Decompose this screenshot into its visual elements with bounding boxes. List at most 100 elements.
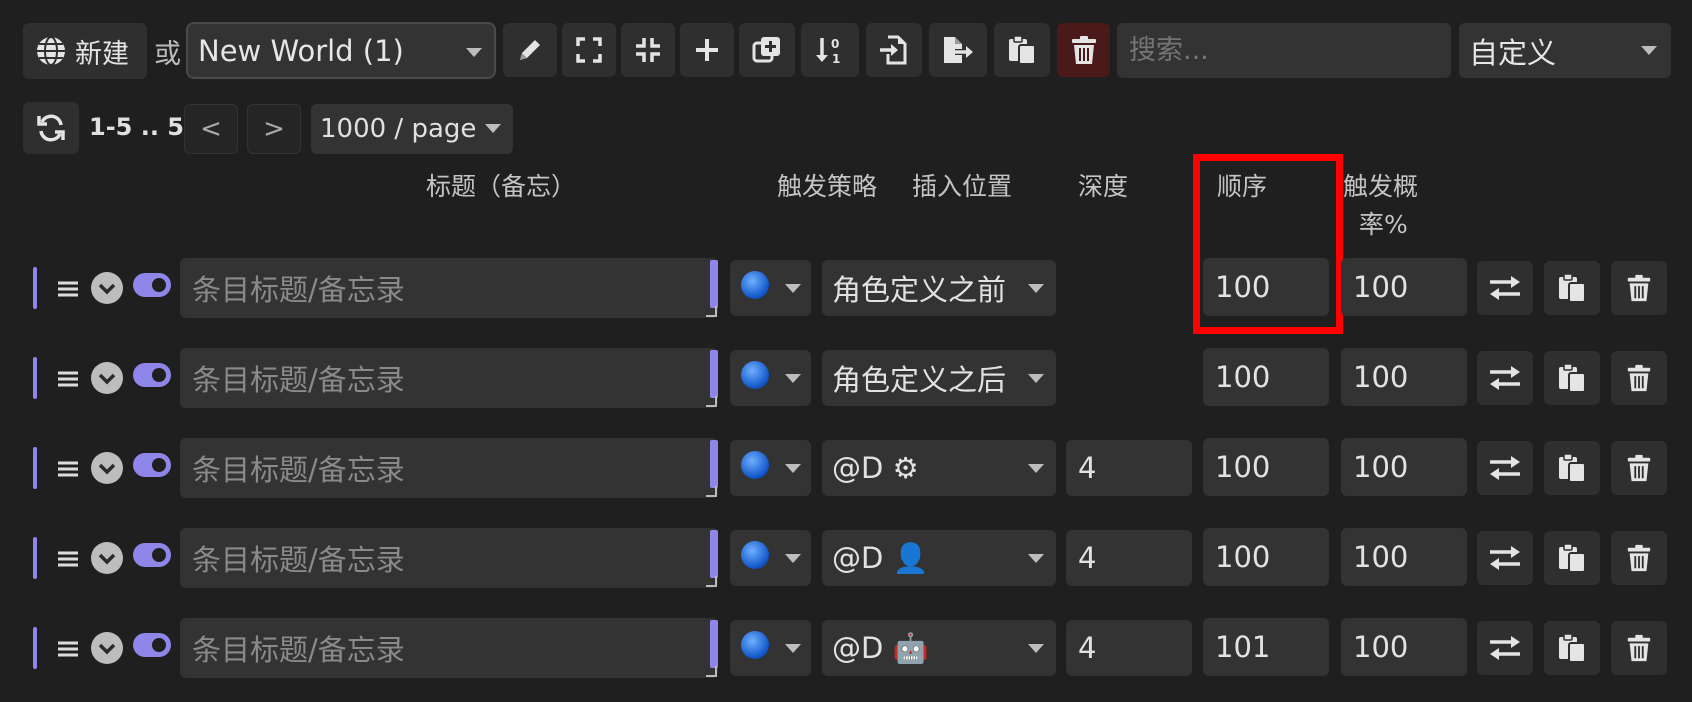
- order-input[interactable]: 101: [1203, 618, 1329, 676]
- entry-title-input[interactable]: 条目标题/备忘录: [180, 348, 718, 408]
- probability-input[interactable]: 100: [1341, 438, 1467, 496]
- duplicate-entry-button[interactable]: [1544, 441, 1600, 495]
- expand-entry-icon[interactable]: [91, 362, 123, 394]
- move-entry-button[interactable]: [1477, 261, 1533, 315]
- resize-handle-icon[interactable]: [706, 576, 717, 587]
- entry-title-accent: [710, 260, 718, 308]
- delete-entry-button[interactable]: [1611, 441, 1667, 495]
- paste-world-button[interactable]: [994, 23, 1050, 77]
- next-label: >: [263, 114, 285, 144]
- entry-title-input[interactable]: 条目标题/备忘录: [180, 528, 718, 588]
- trash-icon: [1625, 362, 1653, 394]
- insert-position-select[interactable]: 角色定义之后: [822, 350, 1056, 406]
- depth-input[interactable]: 4: [1066, 620, 1192, 676]
- duplicate-entry-button[interactable]: [1544, 261, 1600, 315]
- resize-handle-icon[interactable]: [706, 306, 717, 317]
- expand-entry-icon[interactable]: [91, 452, 123, 484]
- entry-title-placeholder: 条目标题/备忘录: [192, 633, 405, 667]
- entry-title-placeholder: 条目标题/备忘录: [192, 453, 405, 487]
- expand-entry-icon[interactable]: [91, 272, 123, 304]
- blue-circle-icon: [740, 270, 770, 307]
- order-input[interactable]: 100: [1203, 528, 1329, 586]
- probability-input[interactable]: 100: [1341, 618, 1467, 676]
- depth-input[interactable]: 4: [1066, 530, 1192, 586]
- entry-enabled-toggle[interactable]: [133, 633, 171, 657]
- resize-handle-icon[interactable]: [706, 396, 717, 407]
- move-entry-button[interactable]: [1477, 531, 1533, 585]
- blue-circle-icon: [740, 630, 770, 667]
- depth-value: 4: [1078, 631, 1097, 665]
- resize-handle-icon[interactable]: [706, 486, 717, 497]
- trigger-strategy-select[interactable]: [730, 620, 811, 676]
- trigger-strategy-select[interactable]: [730, 260, 811, 316]
- add-entry-button[interactable]: [680, 23, 734, 77]
- delete-entry-button[interactable]: [1611, 261, 1667, 315]
- delete-entry-button[interactable]: [1611, 531, 1667, 585]
- delete-entry-button[interactable]: [1611, 351, 1667, 405]
- export-world-button[interactable]: [929, 23, 987, 77]
- clipboard-icon: [1556, 632, 1588, 664]
- probability-input[interactable]: 100: [1341, 348, 1467, 406]
- clipboard-icon: [1556, 362, 1588, 394]
- trigger-strategy-select[interactable]: [730, 440, 811, 496]
- page-size-value: 1000 / page: [320, 114, 477, 144]
- chevron-down-icon: [785, 374, 801, 383]
- entry-title-input[interactable]: 条目标题/备忘录: [180, 438, 718, 498]
- drag-handle-icon[interactable]: [57, 452, 79, 482]
- search-input[interactable]: [1117, 23, 1451, 78]
- clipboard-icon: [1556, 452, 1588, 484]
- move-entry-button[interactable]: [1477, 441, 1533, 495]
- drag-handle-icon[interactable]: [57, 272, 79, 302]
- import-world-button[interactable]: [866, 23, 922, 77]
- resize-handle-icon[interactable]: [706, 666, 717, 677]
- entry-title-input[interactable]: 条目标题/备忘录: [180, 618, 718, 678]
- delete-entry-button[interactable]: [1611, 621, 1667, 675]
- delete-world-button[interactable]: [1057, 23, 1110, 77]
- next-page-button[interactable]: >: [247, 104, 301, 154]
- probability-input[interactable]: 100: [1341, 258, 1467, 316]
- sort-entries-button[interactable]: 01: [801, 23, 859, 77]
- entry-title-input[interactable]: 条目标题/备忘录: [180, 258, 718, 318]
- insert-position-select[interactable]: @D ⚙: [822, 440, 1056, 496]
- prev-page-button[interactable]: <: [184, 104, 238, 154]
- entry-enabled-toggle[interactable]: [133, 363, 171, 387]
- insert-position-select[interactable]: @D 🤖: [822, 620, 1056, 676]
- or-label: 或: [154, 39, 181, 70]
- page-size-select[interactable]: 1000 / page: [311, 104, 513, 154]
- rename-world-button[interactable]: [503, 23, 557, 77]
- duplicate-entry-button[interactable]: [1544, 621, 1600, 675]
- new-world-button[interactable]: 新建: [23, 23, 147, 79]
- drag-handle-icon[interactable]: [57, 542, 79, 572]
- drag-handle-icon[interactable]: [57, 632, 79, 662]
- duplicate-entry-button[interactable]: [1544, 531, 1600, 585]
- insert-position-select[interactable]: 角色定义之前: [822, 260, 1056, 316]
- expand-all-button[interactable]: [562, 23, 616, 77]
- drag-handle-icon[interactable]: [57, 362, 79, 392]
- column-header-depth: 深度: [1078, 172, 1129, 201]
- move-entry-button[interactable]: [1477, 351, 1533, 405]
- collapse-all-button[interactable]: [621, 23, 675, 77]
- order-input[interactable]: 100: [1203, 348, 1329, 406]
- entry-enabled-toggle[interactable]: [133, 273, 171, 297]
- expand-entry-icon[interactable]: [91, 542, 123, 574]
- duplicate-world-button[interactable]: [739, 23, 795, 77]
- trigger-strategy-select[interactable]: [730, 530, 811, 586]
- refresh-button[interactable]: [23, 102, 79, 154]
- trigger-strategy-select[interactable]: [730, 350, 811, 406]
- entry-enabled-toggle[interactable]: [133, 453, 171, 477]
- order-input[interactable]: 100: [1203, 438, 1329, 496]
- chevron-down-icon: [466, 48, 482, 57]
- entry-enabled-toggle[interactable]: [133, 543, 171, 567]
- expand-entry-icon[interactable]: [91, 632, 123, 664]
- duplicate-entry-button[interactable]: [1544, 351, 1600, 405]
- refresh-icon: [36, 113, 66, 143]
- blue-circle-icon: [740, 360, 770, 397]
- column-header-probability-line2: 率%: [1359, 210, 1408, 239]
- insert-position-select[interactable]: @D 👤: [822, 530, 1056, 586]
- world-select[interactable]: New World (1): [186, 22, 496, 79]
- depth-input[interactable]: 4: [1066, 440, 1192, 496]
- order-input[interactable]: 100: [1203, 258, 1329, 316]
- move-entry-button[interactable]: [1477, 621, 1533, 675]
- probability-input[interactable]: 100: [1341, 528, 1467, 586]
- sort-order-select[interactable]: 自定义: [1459, 23, 1671, 78]
